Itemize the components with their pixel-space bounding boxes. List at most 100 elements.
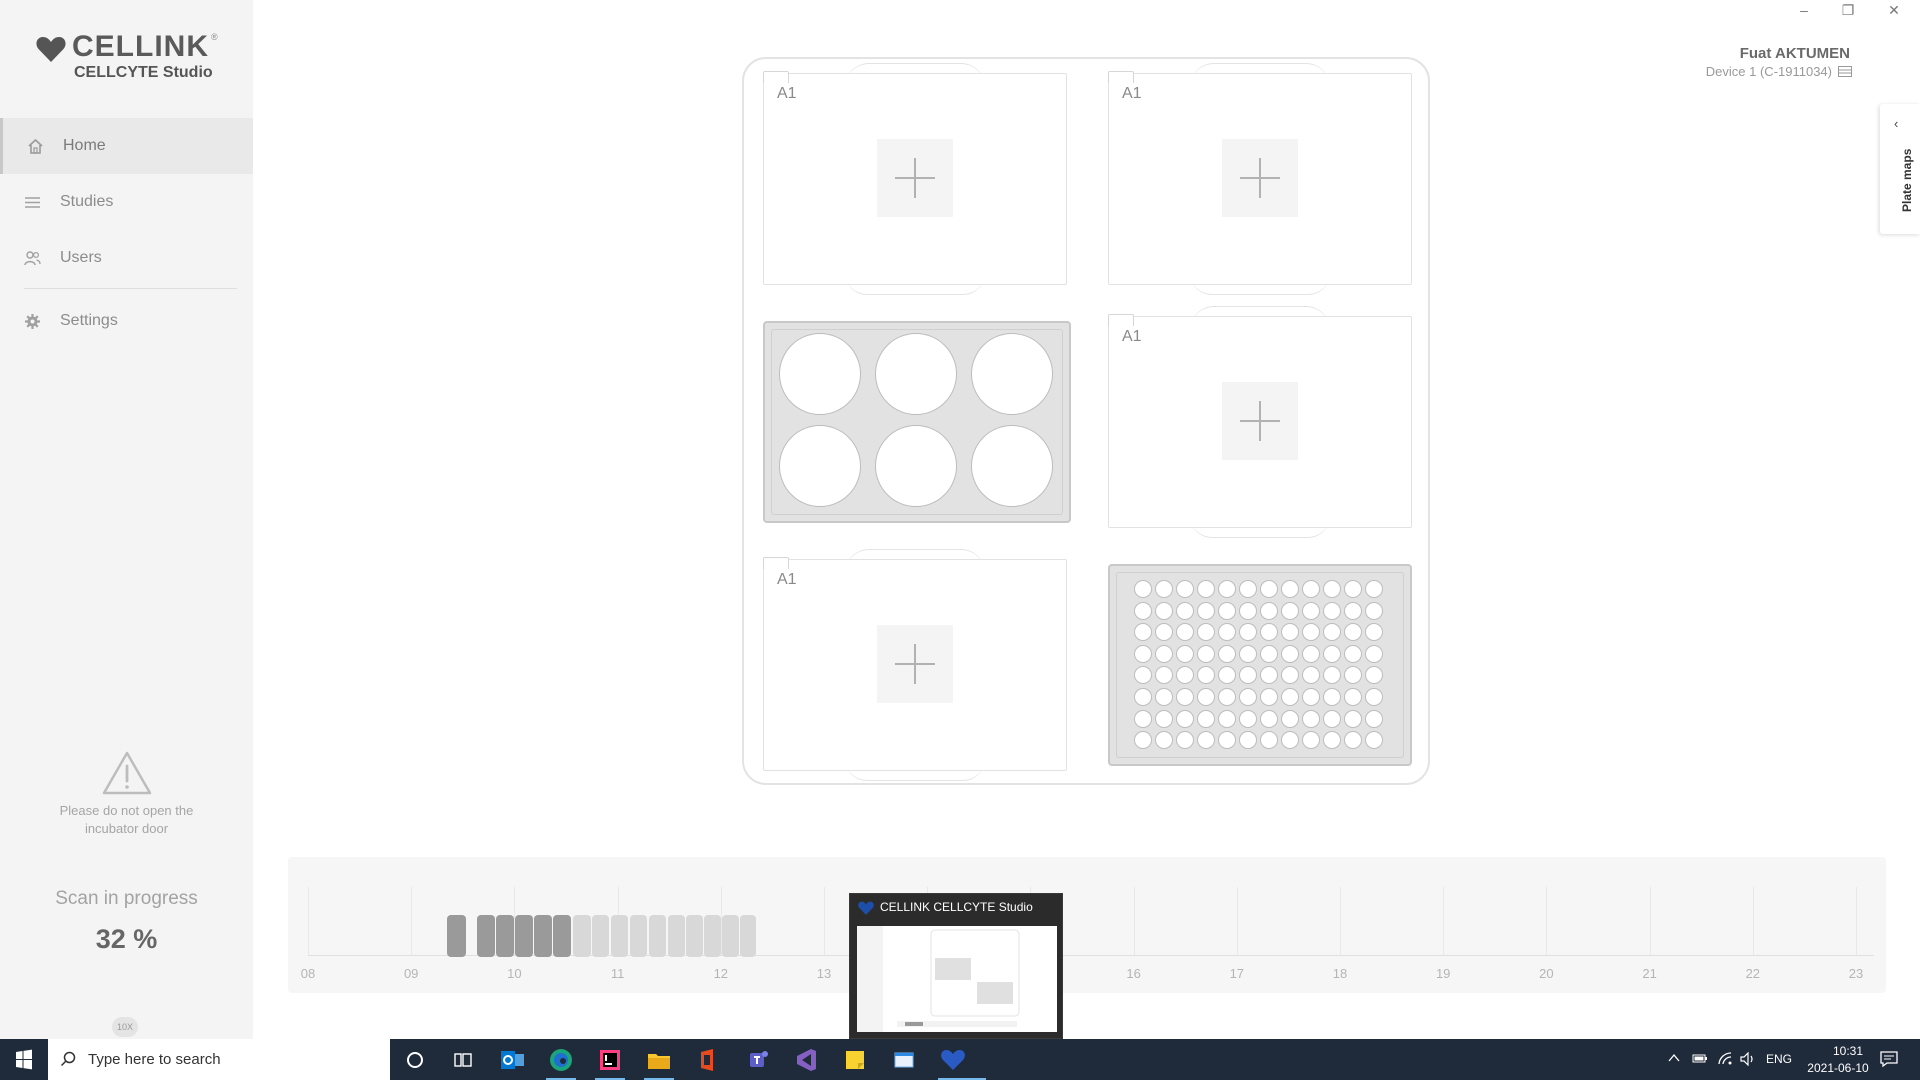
outlook-icon[interactable] [497,1045,527,1075]
add-plate-button[interactable] [877,139,953,217]
six-well-plate[interactable] [763,321,1071,523]
well [1134,580,1152,598]
well [1281,580,1299,598]
well [1176,644,1194,663]
plate-slot: A1 [1108,306,1412,538]
wifi-icon[interactable] [1718,1052,1734,1066]
well [875,333,957,415]
timeline-tick-label: 17 [1229,966,1245,981]
warning-triangle-icon [102,751,151,795]
well [1260,688,1278,706]
scan-block[interactable] [740,915,756,957]
edge-icon[interactable] [546,1045,576,1075]
scan-block[interactable] [611,915,628,957]
ninety-six-well-plate[interactable] [1108,564,1412,766]
timeline-tick-label: 22 [1745,966,1761,981]
task-view-icon[interactable] [448,1045,478,1075]
file-explorer-icon[interactable] [644,1045,674,1075]
timeline-gridline [1649,887,1651,955]
well [1365,644,1383,663]
well [1155,688,1173,706]
plate-maps-label: Plate maps [1900,148,1914,212]
close-button[interactable]: ✕ [1874,0,1914,22]
scan-block[interactable] [534,915,552,957]
cortana-icon[interactable] [400,1045,430,1075]
well [1155,580,1173,598]
plate-frame [1116,572,1404,758]
minimize-button[interactable]: – [1784,0,1824,22]
slot-label: A1 [1122,328,1142,345]
clock-date[interactable]: 2021-06-10 [1798,1061,1878,1075]
scan-block[interactable] [515,915,533,957]
home-icon [28,138,43,154]
slot-tab [763,557,789,569]
visual-studio-icon[interactable] [791,1045,821,1075]
scan-block[interactable] [477,915,495,957]
magnification-badge: 10X [112,1017,138,1037]
timeline-gridline [1236,887,1238,955]
clock-time[interactable]: 10:31 [1820,1044,1876,1058]
app-window-icon[interactable] [889,1045,919,1075]
timeline-tick-label: 16 [1126,966,1141,981]
timeline-tick-label: 11 [610,966,625,981]
well [1176,709,1194,728]
language-indicator[interactable]: ENG [1766,1052,1792,1066]
plate-slot: A1 [763,549,1067,781]
sidebar-item-users[interactable]: Users [0,230,253,286]
scan-block[interactable] [496,915,514,957]
well [1197,688,1215,706]
cellcyte-icon[interactable] [938,1045,968,1075]
timeline-gridline [824,887,825,955]
windows-taskbar: Type here to search ENG 10:31 2021-06-10 [0,1039,1920,1080]
taskbar-search-box[interactable]: Type here to search [48,1039,390,1080]
add-plate-button[interactable] [1222,382,1298,460]
restore-button[interactable]: ❐ [1828,0,1868,22]
well [1302,580,1320,598]
scan-block[interactable] [668,915,685,957]
brand-name: CELLINK [72,30,209,63]
registered-mark: ® [211,32,218,42]
scan-block[interactable] [592,915,609,957]
gear-icon [25,314,40,329]
well [1176,601,1194,620]
sidebar-item-settings[interactable]: Settings [0,293,253,349]
plate-maps-tab[interactable]: ‹ Plate maps [1880,104,1920,234]
taskbar-window-preview[interactable]: CELLINK CELLCYTE Studio [849,893,1063,1039]
scan-block[interactable] [722,915,739,957]
well [779,333,861,415]
add-plate-button[interactable] [877,625,953,703]
sidebar-item-label: Home [63,137,106,154]
start-button[interactable] [0,1039,48,1080]
volume-icon[interactable] [1740,1052,1756,1066]
scan-timeline: 08091011121314151617181920212223 [288,857,1886,993]
sidebar-item-home[interactable]: Home [0,118,253,174]
well [1281,601,1299,620]
add-plate-button[interactable] [1222,139,1298,217]
office-icon[interactable] [693,1045,723,1075]
intellij-icon[interactable] [595,1045,625,1075]
well [1134,601,1152,620]
sidebar-item-studies[interactable]: Studies [0,174,253,230]
plate-slot: A1 [1108,63,1412,295]
scan-block[interactable] [649,915,666,957]
notifications-icon[interactable] [1880,1051,1898,1067]
well [1344,580,1362,598]
sticky-notes-icon[interactable] [840,1045,870,1075]
timeline-tick-label: 19 [1435,966,1451,981]
scan-status: Scan in progress 32 % [0,888,253,955]
well [1281,709,1299,728]
scan-block[interactable] [573,915,591,957]
battery-icon[interactable] [1692,1052,1708,1064]
scan-block[interactable] [686,915,703,957]
warning-text: Please do not open the incubator door [59,803,194,836]
scan-block[interactable] [553,915,571,957]
timeline-tick-label: 12 [713,966,729,981]
scan-block[interactable] [704,915,721,957]
chevron-up-icon[interactable] [1668,1053,1680,1063]
scan-block[interactable] [630,915,647,957]
well [1197,644,1215,663]
teams-icon[interactable] [742,1045,772,1075]
well [1281,688,1299,706]
scan-block[interactable] [447,915,466,957]
well [1302,601,1320,620]
